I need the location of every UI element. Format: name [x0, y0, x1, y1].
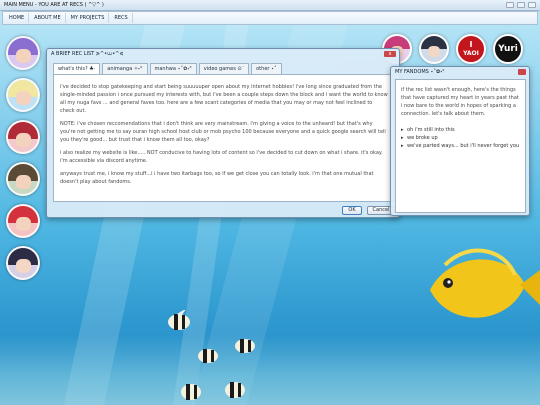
- content-paragraph: i also realize my website is like..... N…: [60, 150, 383, 164]
- menu-item-about-me[interactable]: ABOUT ME: [30, 13, 66, 23]
- tab-other[interactable]: other ⋆˚: [251, 63, 282, 74]
- sea-floor: [0, 335, 540, 405]
- list-item[interactable]: we broke up: [401, 134, 520, 142]
- ok-button[interactable]: OK: [342, 206, 362, 215]
- menu-item-recs[interactable]: RECS: [110, 13, 133, 23]
- rec-list-window-title: A BRIEF REC LIST ≽^•⩊•^≼: [51, 51, 124, 57]
- tab-animanga[interactable]: animanga ✧˖°: [102, 63, 148, 74]
- moorish-idol-fish: [168, 310, 190, 330]
- yaoi-label-top: I: [469, 40, 473, 49]
- minimize-icon[interactable]: [506, 2, 514, 8]
- maximize-icon[interactable]: [517, 2, 525, 8]
- character-avatar-icon[interactable]: [6, 204, 40, 238]
- character-avatar-icon[interactable]: [6, 120, 40, 154]
- yuri-icon[interactable]: Yuri: [493, 34, 523, 64]
- moorish-idol-fish: [198, 349, 218, 363]
- yaoi-heart-icon[interactable]: I YAOI: [456, 34, 486, 64]
- tab-content-panel: i've decided to stop gatekeeping and sta…: [53, 74, 395, 202]
- menu-item-my-projects[interactable]: MY PROJECTS: [67, 13, 110, 23]
- character-avatar-icon[interactable]: [6, 162, 40, 196]
- note-paragraph: NOTE: i've chosen reccomendations that i…: [60, 121, 386, 143]
- fandoms-window: MY FANDOMS ⋆˚✿˖° if the rec list wasn't …: [390, 66, 530, 216]
- fandoms-intro: if the rec list wasn't enough, here's th…: [401, 87, 519, 117]
- list-item[interactable]: oh i'm still into this: [401, 126, 520, 134]
- moorish-idol-fish: [225, 382, 245, 398]
- menu-item-home[interactable]: HOME: [5, 13, 30, 23]
- character-avatar-icon[interactable]: [6, 36, 40, 70]
- close-icon[interactable]: [518, 69, 526, 75]
- window-title: MAIN MENU - YOU ARE AT RECS ( ^▽^ ): [4, 2, 104, 8]
- character-avatar-icon[interactable]: [6, 246, 40, 280]
- moorish-idol-fish: [181, 384, 201, 400]
- closing-paragraph: anyways trust me, i know my stuff...i i …: [60, 171, 374, 185]
- list-item[interactable]: we've parted ways... but i'll never forg…: [401, 142, 520, 150]
- yuri-label: Yuri: [498, 44, 518, 54]
- menu-bar: HOME ABOUT ME MY PROJECTS RECS: [2, 11, 538, 25]
- yaoi-label-bottom: YAOI: [463, 50, 479, 57]
- moorish-idol-fish: [235, 339, 255, 353]
- tab-manhwa[interactable]: manhwa ⋆˚✿˖°: [149, 63, 197, 74]
- fandoms-window-title: MY FANDOMS ⋆˚✿˖°: [395, 69, 445, 75]
- window-titlebar: MAIN MENU - YOU ARE AT RECS ( ^▽^ ): [0, 0, 540, 11]
- rec-list-window: A BRIEF REC LIST ≽^•⩊•^≼ x what's this? …: [46, 48, 400, 218]
- close-icon[interactable]: [528, 2, 536, 8]
- intro-paragraph: i've decided to stop gatekeeping and sta…: [60, 84, 388, 114]
- close-button[interactable]: x: [384, 51, 396, 57]
- window-controls: [506, 2, 536, 8]
- tab-video-games[interactable]: video games ⊙˙: [198, 63, 250, 74]
- fandoms-panel: if the rec list wasn't enough, here's th…: [395, 79, 526, 213]
- fandoms-list: oh i'm still into this we broke up we've…: [401, 126, 520, 150]
- yellow-tang-fish: [430, 248, 540, 318]
- character-avatar-icon[interactable]: [419, 34, 449, 64]
- character-avatar-icon[interactable]: [6, 78, 40, 112]
